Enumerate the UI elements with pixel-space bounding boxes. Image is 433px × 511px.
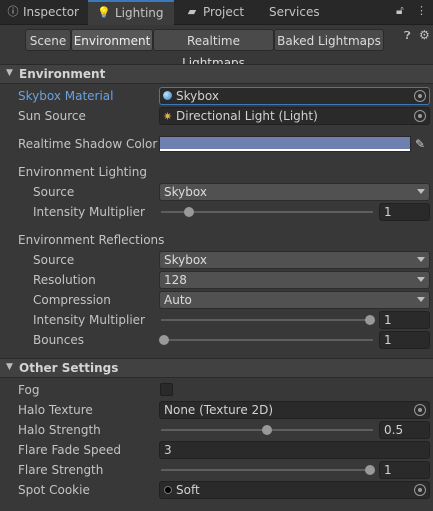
compression-label: Compression	[33, 293, 111, 307]
lighting-bulb-icon: 💡	[97, 6, 111, 19]
tab-inspector[interactable]: ⓘ Inspector	[0, 0, 86, 24]
flare-strength-field[interactable]: 1	[379, 461, 430, 479]
lighting-intensity-label: Intensity Multiplier	[33, 205, 145, 219]
shadow-color-label: Realtime Shadow Color	[18, 137, 158, 151]
light-component-icon: ✷	[163, 110, 173, 123]
object-picker-icon[interactable]	[414, 90, 426, 102]
more-options-icon[interactable]: ⋮	[416, 4, 427, 17]
skybox-material-value: Skybox	[176, 89, 219, 103]
lighting-intensity-field[interactable]: 1	[379, 203, 430, 221]
tab-scene[interactable]: Scene	[25, 29, 71, 51]
resolution-dropdown[interactable]: 128	[159, 271, 430, 289]
flare-fade-speed-label: Flare Fade Speed	[18, 443, 122, 457]
eyedropper-icon[interactable]: ✎	[415, 137, 425, 151]
resolution-label: Resolution	[33, 273, 96, 287]
bounces-label: Bounces	[33, 333, 85, 347]
bounces-field[interactable]: 1	[379, 331, 430, 349]
sun-source-field[interactable]: ✷ Directional Light (Light)	[159, 107, 430, 125]
flare-strength-slider-thumb[interactable]	[365, 465, 375, 475]
reflection-source-label: Source	[33, 253, 75, 267]
inspector-icon: ⓘ	[7, 5, 19, 18]
tab-inspector-label: Inspector	[23, 5, 79, 19]
lighting-source-dropdown[interactable]: Skybox	[159, 183, 430, 201]
tab-project-label: Project	[203, 5, 245, 19]
sun-source-label: Sun Source	[18, 109, 86, 123]
halo-texture-field[interactable]: None (Texture 2D)	[159, 401, 430, 419]
skybox-material-field[interactable]: Skybox	[159, 87, 430, 105]
lock-icon[interactable]: 🔓︎	[396, 3, 404, 18]
window-tab-bar: ⓘ Inspector 💡 Lighting ▰ Project Service…	[0, 0, 433, 25]
environment-reflections-label: Environment Reflections	[18, 233, 165, 247]
reflection-intensity-slider[interactable]	[161, 319, 373, 321]
foldout-arrow-icon: ▼	[6, 68, 13, 78]
bounces-value: 1	[384, 333, 392, 347]
texture-icon	[164, 486, 172, 494]
flare-strength-label: Flare Strength	[18, 463, 104, 477]
object-picker-icon[interactable]	[414, 110, 426, 122]
reflection-source-dropdown[interactable]: Skybox	[159, 251, 430, 269]
help-icon[interactable]: ❓︎	[404, 29, 411, 43]
tab-services[interactable]: Services	[262, 0, 342, 24]
spot-cookie-field[interactable]: Soft	[159, 481, 430, 499]
halo-texture-label: Halo Texture	[18, 403, 93, 417]
skybox-material-icon	[163, 91, 172, 100]
tab-project[interactable]: ▰ Project	[178, 0, 258, 24]
lighting-intensity-slider-thumb[interactable]	[184, 207, 194, 217]
reflection-intensity-slider-thumb[interactable]	[365, 315, 375, 325]
halo-strength-value: 0.5	[384, 423, 404, 437]
sun-source-value: Directional Light (Light)	[176, 109, 318, 123]
spot-cookie-label: Spot Cookie	[18, 483, 90, 497]
compression-dropdown[interactable]: Auto	[159, 291, 430, 309]
other-settings-section-header[interactable]: ▼ Other Settings	[0, 358, 433, 378]
dropdown-caret-icon	[417, 277, 425, 282]
spot-cookie-value: Soft	[176, 483, 200, 497]
dropdown-caret-icon	[417, 189, 425, 194]
environment-lighting-label: Environment Lighting	[18, 165, 147, 179]
halo-strength-field[interactable]: 0.5	[379, 421, 430, 439]
tab-realtime-lightmaps[interactable]: Realtime Lightmaps	[153, 29, 274, 70]
halo-strength-label: Halo Strength	[18, 423, 101, 437]
reflection-source-value: Skybox	[164, 253, 207, 267]
bounces-slider-thumb[interactable]	[159, 335, 169, 345]
other-settings-header-label: Other Settings	[19, 361, 119, 375]
folder-icon: ▰	[187, 5, 197, 18]
halo-strength-slider-thumb[interactable]	[262, 425, 272, 435]
dropdown-caret-icon	[417, 257, 425, 262]
environment-header-label: Environment	[19, 67, 106, 81]
reflection-intensity-field[interactable]: 1	[379, 311, 430, 329]
halo-texture-value: None (Texture 2D)	[164, 403, 274, 417]
lighting-source-value: Skybox	[164, 185, 207, 199]
compression-value: Auto	[164, 293, 192, 307]
lighting-intensity-value: 1	[384, 205, 392, 219]
dropdown-caret-icon	[417, 297, 425, 302]
reflection-intensity-value: 1	[384, 313, 392, 327]
bounces-slider[interactable]	[161, 339, 373, 341]
settings-gear-icon[interactable]: ⚙	[419, 28, 430, 42]
foldout-arrow-icon: ▼	[6, 362, 13, 372]
fog-checkbox[interactable]	[160, 383, 173, 396]
reflection-intensity-label: Intensity Multiplier	[33, 313, 145, 327]
tab-baked-lightmaps[interactable]: Baked Lightmaps	[274, 29, 384, 51]
object-picker-icon[interactable]	[414, 484, 426, 496]
flare-fade-speed-value: 3	[164, 443, 172, 457]
flare-fade-speed-field[interactable]: 3	[159, 441, 430, 459]
tab-services-label: Services	[269, 5, 320, 19]
shadow-color-swatch[interactable]	[159, 136, 411, 152]
resolution-value: 128	[164, 273, 187, 287]
lighting-source-label: Source	[33, 185, 75, 199]
skybox-material-label: Skybox Material	[18, 89, 114, 103]
fog-label: Fog	[18, 383, 40, 397]
object-picker-icon[interactable]	[414, 404, 426, 416]
environment-section-header[interactable]: ▼ Environment	[0, 64, 433, 84]
flare-strength-slider[interactable]	[161, 469, 373, 471]
tab-environment[interactable]: Environment	[71, 29, 153, 51]
flare-strength-value: 1	[384, 463, 392, 477]
tab-lighting[interactable]: 💡 Lighting	[88, 0, 174, 25]
tab-lighting-label: Lighting	[115, 6, 164, 20]
